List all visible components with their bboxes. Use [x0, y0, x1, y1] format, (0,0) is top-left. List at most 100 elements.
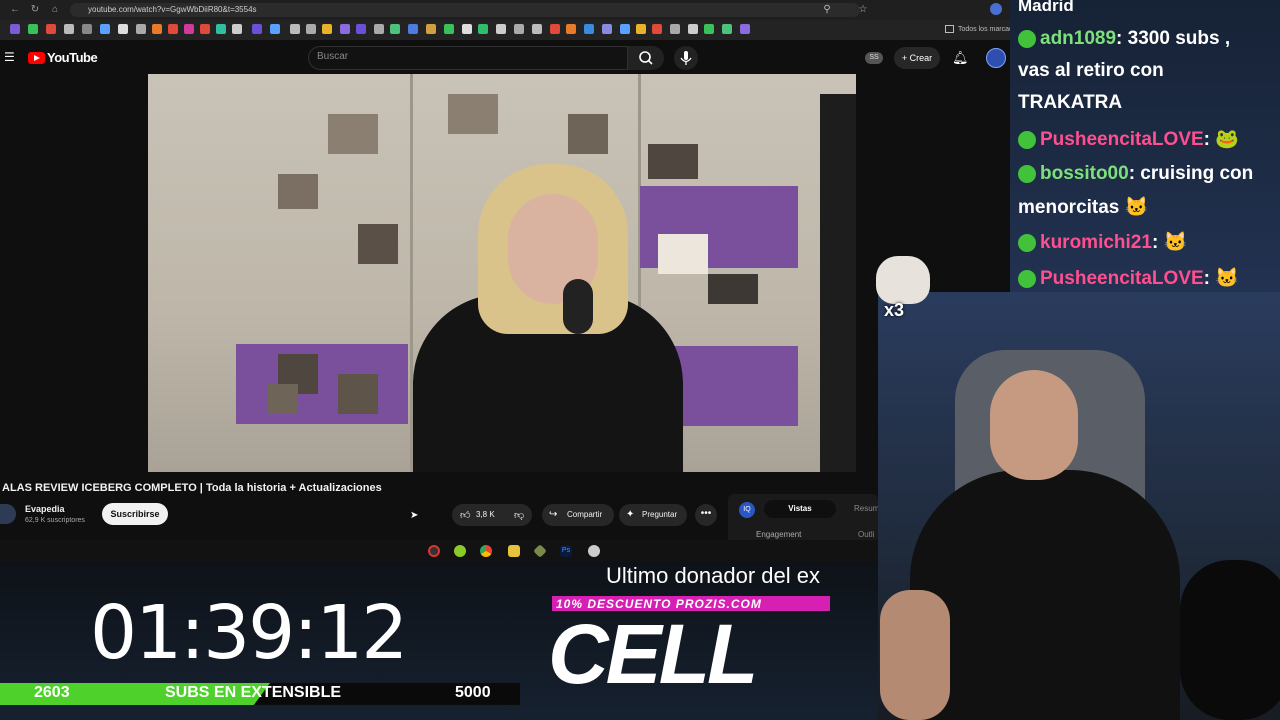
- bookmark-icon[interactable]: [426, 24, 436, 34]
- bookmark-icon[interactable]: [306, 24, 316, 34]
- bookmark-icon[interactable]: [118, 24, 128, 34]
- bookmark-icon[interactable]: [46, 24, 56, 34]
- bookmark-icon[interactable]: [704, 24, 714, 34]
- tab-vistas[interactable]: Vistas: [764, 500, 836, 518]
- bookmark-icon[interactable]: [688, 24, 698, 34]
- photo: [708, 274, 758, 304]
- bookmark-icon[interactable]: [478, 24, 488, 34]
- bookmark-icon[interactable]: [584, 24, 594, 34]
- bookmark-icon[interactable]: [322, 24, 332, 34]
- bookmark-icon[interactable]: [550, 24, 560, 34]
- cat-emote-icon: [876, 256, 930, 304]
- bookmark-icon[interactable]: [232, 24, 242, 34]
- emote-icon: 🐱: [1158, 232, 1188, 253]
- channel-name[interactable]: Evapedia: [25, 504, 65, 514]
- bookmark-icon[interactable]: [10, 24, 20, 34]
- chat-text: menorcitas: [1018, 197, 1120, 218]
- chat-line: TRAKATRA: [1018, 92, 1123, 113]
- notifications-bell-icon[interactable]: 🔔︎: [952, 50, 969, 66]
- create-button[interactable]: + Crear: [894, 47, 940, 69]
- folder-icon[interactable]: [508, 545, 520, 557]
- app-icon[interactable]: [454, 545, 466, 557]
- tab-resumen[interactable]: Resum: [854, 504, 879, 513]
- more-options-button[interactable]: •••: [695, 504, 717, 526]
- subscribe-button[interactable]: Suscribirse: [102, 503, 168, 525]
- bookmark-icon[interactable]: [356, 24, 366, 34]
- search-button[interactable]: [628, 46, 664, 70]
- bookmark-icon[interactable]: [444, 24, 454, 34]
- thumbs-down-icon[interactable]: 👎︎: [514, 509, 524, 521]
- reload-icon[interactable]: ↻: [28, 3, 42, 17]
- bookmark-icon[interactable]: [602, 24, 612, 34]
- zoom-icon[interactable]: ⚲: [820, 3, 834, 17]
- bookmark-icon[interactable]: [100, 24, 110, 34]
- microphone-icon: [680, 51, 692, 65]
- chrome-icon[interactable]: [480, 545, 492, 557]
- bookmark-icon[interactable]: [652, 24, 662, 34]
- donor-name: CELL: [548, 607, 758, 701]
- photo: [268, 384, 298, 414]
- bookmark-icon[interactable]: [636, 24, 646, 34]
- extension-badge[interactable]: SS: [865, 52, 883, 64]
- share-icon: ↪: [549, 509, 558, 520]
- bookmark-icon[interactable]: [252, 24, 262, 34]
- bookmark-icon[interactable]: [462, 24, 472, 34]
- app-icon[interactable]: [588, 545, 600, 557]
- chat-message: bossito00: cruising con: [1018, 163, 1253, 185]
- bookmark-icon[interactable]: [408, 24, 418, 34]
- bookmark-icon[interactable]: [136, 24, 146, 34]
- badge-icon: [1018, 130, 1036, 149]
- star-icon[interactable]: ☆: [856, 3, 870, 17]
- bookmark-icon[interactable]: [216, 24, 226, 34]
- bookmark-icon[interactable]: [620, 24, 630, 34]
- bookmark-icon[interactable]: [152, 24, 162, 34]
- last-donor-label: Ultimo donador del ex: [606, 563, 821, 588]
- account-avatar[interactable]: [986, 48, 1006, 68]
- thumbs-up-icon[interactable]: 👍︎: [460, 509, 470, 521]
- streamer-head: [990, 370, 1078, 480]
- streamer-body: [910, 470, 1180, 720]
- bookmark-icon[interactable]: [722, 24, 732, 34]
- bookmark-icon[interactable]: [168, 24, 178, 34]
- back-icon[interactable]: ←: [8, 3, 22, 17]
- bookmark-icon[interactable]: [270, 24, 280, 34]
- voice-search-button[interactable]: [674, 46, 698, 70]
- extension-icon[interactable]: IQ: [739, 502, 755, 518]
- photoshop-icon[interactable]: Ps: [560, 545, 572, 557]
- address-bar[interactable]: youtube.com/watch?v=GgwWbDiiR80&t=3554s: [70, 3, 860, 17]
- menu-icon[interactable]: ☰: [4, 50, 15, 64]
- obs-icon[interactable]: [428, 545, 440, 557]
- photo: [448, 94, 498, 134]
- bookmark-icon[interactable]: [200, 24, 210, 34]
- profile-icon[interactable]: [990, 3, 1002, 15]
- chat-line: vas al retiro con: [1018, 60, 1164, 81]
- bookmark-icon[interactable]: [566, 24, 576, 34]
- bookmark-icon[interactable]: [740, 24, 750, 34]
- bookmark-icon[interactable]: [184, 24, 194, 34]
- video-player[interactable]: [148, 74, 856, 472]
- home-icon[interactable]: ⌂: [48, 3, 62, 17]
- youtube-wordmark[interactable]: YouTube: [47, 50, 98, 65]
- bookmark-icon[interactable]: [64, 24, 74, 34]
- bookmark-icon[interactable]: [390, 24, 400, 34]
- chat-username: kuromichi21: [1040, 232, 1152, 253]
- search-input[interactable]: [308, 46, 628, 70]
- channel-subscribers: 62,9 K suscriptores: [25, 517, 85, 524]
- bookmark-icon[interactable]: [496, 24, 506, 34]
- chat-message: PusheencitaLOVE: 🐸: [1018, 127, 1239, 151]
- bookmark-icon[interactable]: [290, 24, 300, 34]
- bookmark-icon[interactable]: [28, 24, 38, 34]
- ask-label: Preguntar: [642, 510, 678, 519]
- photo: [358, 224, 398, 264]
- cat-emote-icon: 🐱: [1210, 268, 1239, 289]
- countdown-timer: 01:39:12: [90, 590, 408, 676]
- emote-multiplier: x3: [884, 300, 905, 320]
- microphone: [563, 279, 593, 334]
- bookmark-icon[interactable]: [670, 24, 680, 34]
- bookmark-icon[interactable]: [82, 24, 92, 34]
- bookmark-icon[interactable]: [532, 24, 542, 34]
- bookmark-icon[interactable]: [340, 24, 350, 34]
- bookmark-icon[interactable]: [514, 24, 524, 34]
- bookmark-icon[interactable]: [374, 24, 384, 34]
- chat-username: bossito00: [1040, 163, 1129, 184]
